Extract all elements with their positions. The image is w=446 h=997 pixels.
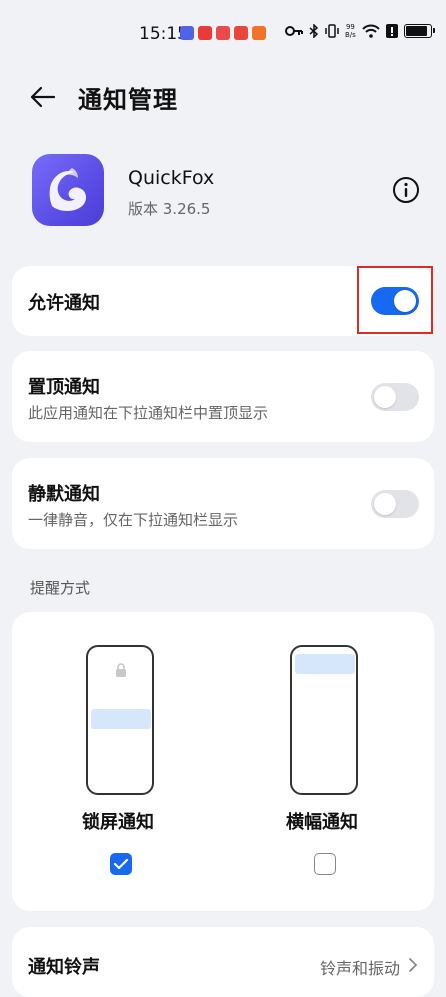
silent-notifications-label: 静默通知: [28, 484, 100, 505]
pinned-notifications-label: 置顶通知: [28, 377, 100, 398]
net-speed-value: 99: [345, 23, 355, 31]
page-title: 通知管理: [78, 86, 178, 114]
banner-label: 横幅通知: [286, 812, 358, 833]
vibrate-icon: [325, 24, 339, 38]
info-icon: [393, 177, 419, 203]
system-icons: 99 B/s: [285, 23, 435, 39]
allow-notifications-label: 允许通知: [28, 293, 100, 314]
notification-ringtone-row[interactable]: 通知铃声 铃声和振动: [12, 927, 434, 997]
lock-screen-preview[interactable]: [86, 645, 154, 795]
checkmark-icon: [113, 858, 129, 870]
notification-icons: [180, 26, 266, 40]
banner-checkbox[interactable]: [314, 853, 336, 875]
ringtone-value: 铃声和振动: [319, 959, 400, 978]
fox-logo-icon: [49, 168, 87, 211]
lock-screen-notification-bar: [91, 709, 151, 729]
lock-icon: [116, 663, 126, 677]
alert-icon: [385, 24, 398, 38]
app-icon: [32, 154, 104, 226]
pinned-notifications-toggle[interactable]: [371, 383, 419, 411]
notification-app-icon: [198, 26, 212, 40]
app-version: 版本 3.26.5: [128, 200, 211, 218]
reminder-style-card: 锁屏通知 横幅通知: [12, 612, 434, 911]
status-bar: 15:15 99 B/s: [0, 0, 446, 66]
pinned-notifications-row[interactable]: 置顶通知 此应用通知在下拉通知栏中置顶显示: [12, 351, 434, 442]
chevron-right-icon: [409, 958, 418, 972]
app-name: QuickFox: [128, 167, 215, 189]
banner-notification-bar: [295, 654, 355, 674]
lock-screen-checkbox[interactable]: [110, 853, 132, 875]
notification-app-icon: [180, 26, 194, 40]
silent-notifications-row[interactable]: 静默通知 一律静音，仅在下拉通知栏显示: [12, 458, 434, 549]
back-arrow-icon: [30, 86, 56, 108]
battery-icon: [403, 24, 435, 38]
highlight-box: [357, 266, 433, 334]
pinned-notifications-desc: 此应用通知在下拉通知栏中置顶显示: [28, 404, 269, 422]
ringtone-label: 通知铃声: [28, 957, 100, 978]
notification-app-icon: [252, 26, 266, 40]
key-icon: [285, 26, 303, 36]
net-speed-unit: B/s: [345, 31, 356, 39]
banner-preview[interactable]: [290, 645, 358, 795]
network-speed: 99 B/s: [345, 23, 356, 39]
reminder-section-title: 提醒方式: [30, 579, 91, 597]
bluetooth-icon: [309, 24, 319, 38]
notification-app-icon: [216, 26, 230, 40]
notification-app-icon: [234, 26, 248, 40]
back-button[interactable]: [26, 80, 60, 114]
silent-notifications-toggle[interactable]: [371, 490, 419, 518]
silent-notifications-desc: 一律静音，仅在下拉通知栏显示: [28, 511, 239, 529]
lock-screen-label: 锁屏通知: [82, 812, 154, 833]
app-info-button[interactable]: [392, 176, 420, 204]
wifi-icon: [362, 24, 380, 38]
